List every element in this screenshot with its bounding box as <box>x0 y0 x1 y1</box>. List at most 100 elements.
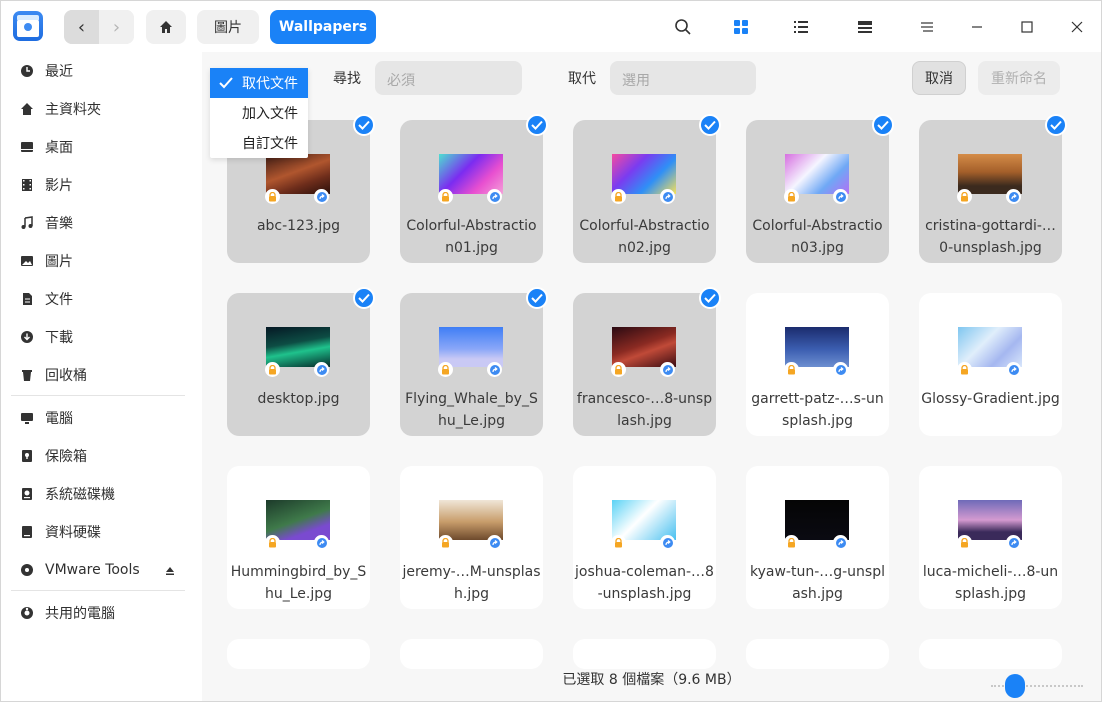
zoom-slider-handle[interactable] <box>1005 674 1025 698</box>
file-name: Colorful-Abstraction02.jpg <box>579 218 710 256</box>
sidebar: 最近 主資料夾 桌面 影片 音樂 圖片 文件 下載 回收桶 電腦 保險箱 系統磁… <box>1 52 201 701</box>
file-tile[interactable]: Colorful-Abstraction03.jpg <box>746 114 894 263</box>
shortcut-arrow-icon <box>314 362 329 377</box>
rename-button[interactable]: 重新命名 <box>978 61 1060 95</box>
sidebar-item-trash[interactable]: 回收桶 <box>19 360 87 390</box>
tree-view-icon <box>858 21 872 33</box>
list-view-button[interactable] <box>789 15 813 39</box>
cancel-button[interactable]: 取消 <box>912 61 966 95</box>
file-tile[interactable] <box>227 639 370 669</box>
shortcut-arrow-icon <box>487 535 502 550</box>
eject-icon[interactable] <box>165 564 175 580</box>
file-thumbnail <box>612 500 676 540</box>
maximize-icon <box>1021 21 1033 33</box>
computer-icon <box>19 410 35 426</box>
file-thumbnail <box>612 154 676 194</box>
file-thumbnail <box>785 154 849 194</box>
file-tile[interactable] <box>400 639 543 669</box>
file-tile[interactable] <box>919 639 1062 669</box>
sidebar-item-vault[interactable]: 保險箱 <box>19 441 87 471</box>
sidebar-item-videos[interactable]: 影片 <box>19 170 73 200</box>
file-tile[interactable]: jeremy-…M-unsplash.jpg <box>400 466 543 609</box>
lock-icon <box>265 189 280 204</box>
file-tile[interactable]: garrett-patz-…s-unsplash.jpg <box>746 293 889 436</box>
music-icon <box>19 215 35 231</box>
menu-item-add-text[interactable]: 加入文件 <box>210 98 308 128</box>
sidebar-item-network[interactable]: 共用的電腦 <box>19 598 115 628</box>
sidebar-item-label: 系統磁碟機 <box>45 487 115 503</box>
selected-checkmark-icon[interactable] <box>699 114 721 136</box>
file-tile[interactable]: cristina-gottardi-…0-unsplash.jpg <box>919 114 1067 263</box>
file-tile[interactable]: kyaw-tun-…g-unsplash.jpg <box>746 466 889 609</box>
shortcut-arrow-icon <box>314 189 329 204</box>
lock-icon <box>957 189 972 204</box>
selected-checkmark-icon[interactable] <box>526 287 548 309</box>
menu-item-label: 加入文件 <box>242 106 298 122</box>
selected-checkmark-icon[interactable] <box>353 287 375 309</box>
file-tile[interactable] <box>573 639 716 669</box>
selected-checkmark-icon[interactable] <box>872 114 894 136</box>
icon-view-button[interactable] <box>729 15 753 39</box>
shortcut-arrow-icon <box>487 189 502 204</box>
vault-icon <box>19 448 35 464</box>
sidebar-item-documents[interactable]: 文件 <box>19 284 73 314</box>
sidebar-item-recent[interactable]: 最近 <box>19 56 73 86</box>
breadcrumb-pictures[interactable]: 圖片 <box>197 10 259 44</box>
menu-item-label: 自訂文件 <box>242 136 298 152</box>
close-button[interactable] <box>1065 15 1089 39</box>
selected-checkmark-icon[interactable] <box>526 114 548 136</box>
sidebar-item-computer[interactable]: 電腦 <box>19 403 73 433</box>
sidebar-item-label: 電腦 <box>45 411 73 427</box>
menu-item-replace-text[interactable]: 取代文件 <box>210 68 308 98</box>
selected-checkmark-icon[interactable] <box>353 114 375 136</box>
file-tile[interactable]: desktop.jpg <box>227 287 375 436</box>
system-disk-icon <box>19 486 35 502</box>
lock-icon <box>611 189 626 204</box>
file-tile[interactable]: Colorful-Abstraction01.jpg <box>400 114 548 263</box>
file-manager-window: ‹ › 圖片 Wallpapers 最近 主資料夾 桌面 影片 音樂 圖片 文件… <box>0 0 1102 702</box>
rename-mode-menu: 取代文件 加入文件 自訂文件 <box>210 68 308 158</box>
sidebar-item-system-disk[interactable]: 系統磁碟機 <box>19 479 115 509</box>
breadcrumb-wallpapers[interactable]: Wallpapers <box>270 10 376 44</box>
file-tile[interactable]: Colorful-Abstraction02.jpg <box>573 114 721 263</box>
file-name: Colorful-Abstraction01.jpg <box>406 218 537 256</box>
sidebar-item-downloads[interactable]: 下載 <box>19 322 73 352</box>
sidebar-item-data-disk[interactable]: 資料硬碟 <box>19 517 101 547</box>
find-input[interactable]: 必須 <box>375 61 522 95</box>
sidebar-item-label: 資料硬碟 <box>45 525 101 541</box>
minimize-button[interactable] <box>965 15 989 39</box>
find-label: 尋找 <box>333 71 361 87</box>
file-tile[interactable]: Flying_Whale_by_Shu_Le.jpg <box>400 287 548 436</box>
sidebar-item-home[interactable]: 主資料夾 <box>19 94 101 124</box>
file-tile[interactable]: luca-micheli-…8-unsplash.jpg <box>919 466 1062 609</box>
forward-button[interactable]: › <box>99 10 134 44</box>
file-tile[interactable]: joshua-coleman-…8-unsplash.jpg <box>573 466 716 609</box>
file-tile[interactable] <box>746 639 889 669</box>
selected-checkmark-icon[interactable] <box>1045 114 1067 136</box>
app-logo-icon[interactable] <box>13 11 43 41</box>
sidebar-item-label: 下載 <box>45 330 73 346</box>
sidebar-item-vmware-tools[interactable]: VMware Tools <box>19 555 179 585</box>
main-menu-button[interactable] <box>915 15 939 39</box>
tree-view-button[interactable] <box>853 15 877 39</box>
back-button[interactable]: ‹ <box>64 10 99 44</box>
file-tile[interactable]: Hummingbird_by_Shu_Le.jpg <box>227 466 370 609</box>
file-thumbnail <box>266 500 330 540</box>
search-button[interactable] <box>671 15 695 39</box>
replace-input[interactable]: 選用 <box>610 61 756 95</box>
file-tile[interactable]: francesco-…8-unsplash.jpg <box>573 287 721 436</box>
lock-icon <box>611 362 626 377</box>
sidebar-item-desktop[interactable]: 桌面 <box>19 132 73 162</box>
file-name: cristina-gottardi-…0-unsplash.jpg <box>925 218 1056 256</box>
status-text: 已選取 8 個檔案（9.6 MB） <box>562 672 741 688</box>
sidebar-item-music[interactable]: 音樂 <box>19 208 73 238</box>
home-button[interactable] <box>146 10 186 44</box>
close-icon <box>1071 21 1083 33</box>
file-tile[interactable]: Glossy-Gradient.jpg <box>919 293 1062 436</box>
sidebar-item-pictures[interactable]: 圖片 <box>19 246 73 276</box>
replace-label: 取代 <box>568 71 596 87</box>
selected-checkmark-icon[interactable] <box>699 287 721 309</box>
menu-item-custom-text[interactable]: 自訂文件 <box>210 128 308 158</box>
maximize-button[interactable] <box>1015 15 1039 39</box>
trash-icon <box>19 367 35 383</box>
